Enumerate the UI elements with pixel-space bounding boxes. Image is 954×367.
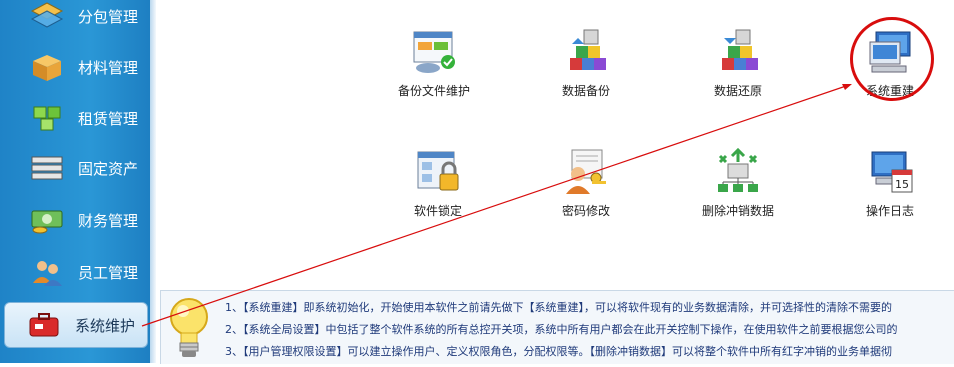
password-change-icon (562, 148, 610, 196)
sidebar-item-label: 员工管理 (78, 263, 139, 282)
sidebar-item-leasing[interactable]: 租赁管理 (8, 96, 148, 140)
calendar-badge: 15 (895, 178, 909, 191)
info-panel: 1、【系统重建】即系统初始化，开始使用本软件之前请先做下【系统重建】，可以将软件… (160, 290, 954, 364)
tile-label: 密码修改 (561, 204, 610, 218)
tile-data-restore[interactable]: 数据还原 (678, 28, 798, 108)
data-backup-icon (562, 28, 610, 76)
money-icon (30, 205, 64, 235)
tile-label: 软件锁定 (413, 204, 462, 218)
info-line: 3、【用户管理权限设置】可以建立操作用户、定义权限角色，分配权限等。【删除冲销数… (225, 345, 892, 358)
tile-label: 删除冲销数据 (701, 204, 774, 218)
tile-data-backup[interactable]: 数据备份 (526, 28, 646, 108)
highlight-circle (850, 17, 934, 101)
sidebar-item-label: 系统维护 (75, 316, 136, 335)
toolbox-icon (27, 310, 61, 340)
cubes-icon (30, 103, 64, 133)
layers-icon (30, 1, 64, 31)
delete-reversal-icon (714, 147, 762, 196)
users-icon (30, 257, 64, 287)
software-lock-icon (414, 148, 462, 196)
sidebar-item-label: 租赁管理 (78, 109, 139, 128)
tile-label: 备份文件维护 (397, 84, 470, 98)
sidebar-item-fixed-assets[interactable]: 固定资产 (8, 146, 148, 190)
tile-label: 操作日志 (865, 204, 914, 218)
tile-label: 数据备份 (561, 84, 610, 98)
sidebar-item-finance[interactable]: 财务管理 (8, 198, 148, 242)
lightbulb-icon (167, 295, 211, 367)
box-icon (30, 52, 64, 82)
tile-software-lock[interactable]: 软件锁定 (378, 148, 498, 228)
tile-password-change[interactable]: 密码修改 (526, 148, 646, 228)
operation-log-icon: 15 (866, 148, 914, 196)
sidebar-item-label: 分包管理 (78, 7, 139, 26)
tile-label: 数据还原 (713, 84, 762, 98)
tile-delete-reversal[interactable]: 删除冲销数据 (678, 147, 798, 228)
info-line: 1、【系统重建】即系统初始化，开始使用本软件之前请先做下【系统重建】，可以将软件… (225, 301, 892, 314)
tile-backup-files[interactable]: 备份文件维护 (374, 28, 494, 108)
sidebar-item-label: 材料管理 (78, 58, 139, 77)
sidebar-item-label: 财务管理 (78, 211, 139, 230)
sidebar-item-subcontract[interactable]: 分包管理 (8, 0, 148, 38)
tile-operation-log[interactable]: 15 操作日志 (830, 148, 950, 228)
data-restore-icon (714, 28, 762, 76)
server-icon (30, 153, 64, 183)
sidebar-item-label: 固定资产 (78, 159, 139, 178)
sidebar-item-system-maintenance[interactable]: 系统维护 (4, 302, 148, 348)
sidebar: 分包管理 材料管理 租赁管理 固定资产 财务管理 员工管理 系统维护 (0, 0, 150, 363)
sidebar-item-materials[interactable]: 材料管理 (8, 45, 148, 89)
info-line: 2、【系统全局设置】中包括了整个软件系统的所有总控开关项，系统中所有用户都会在此… (225, 323, 898, 336)
backup-files-icon (410, 28, 458, 76)
sidebar-item-staff[interactable]: 员工管理 (8, 250, 148, 294)
